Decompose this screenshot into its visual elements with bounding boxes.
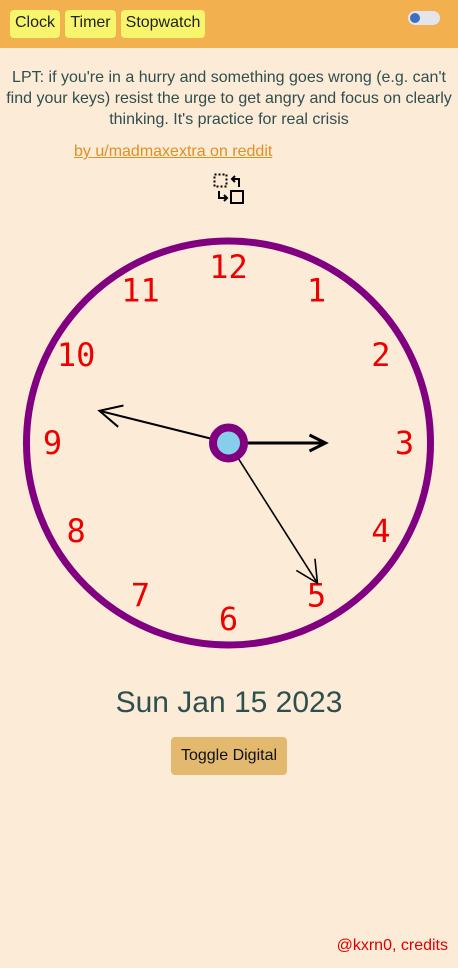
clock-number: 11 [121,272,160,310]
clock-number: 3 [395,424,414,462]
theme-toggle-switch[interactable] [408,11,440,25]
clock-center-hub [209,423,248,463]
quote-author-link[interactable]: by u/madmaxextra on reddit [74,143,272,161]
clock-number: 4 [371,512,390,550]
clock-number: 2 [371,336,390,374]
clock-number: 1 [307,272,326,310]
toggle-digital-button[interactable]: Toggle Digital [171,737,287,775]
analog-clock: 121234567891011 [23,237,434,649]
top-nav-bar: Clock Timer Stopwatch [0,0,458,48]
tab-clock[interactable]: Clock [10,10,60,38]
toggle-knob [410,13,420,23]
swap-layout-icon[interactable] [213,173,245,205]
clock-number: 10 [57,336,96,374]
minute-hand-long [97,404,229,444]
clock-number: 6 [219,600,238,638]
date-display: Sun Jan 15 2023 [115,686,343,719]
clock-number: 7 [131,576,150,614]
clock-number: 8 [66,512,85,550]
credits-link[interactable]: @kxrn0, credits [337,937,448,955]
tab-timer[interactable]: Timer [65,10,116,38]
tab-stopwatch[interactable]: Stopwatch [121,10,205,38]
second-hand [227,442,319,585]
quote-text: LPT: if you're in a hurry and something … [6,69,452,128]
clock-number: 12 [209,248,248,286]
clock-number: 9 [43,424,62,462]
